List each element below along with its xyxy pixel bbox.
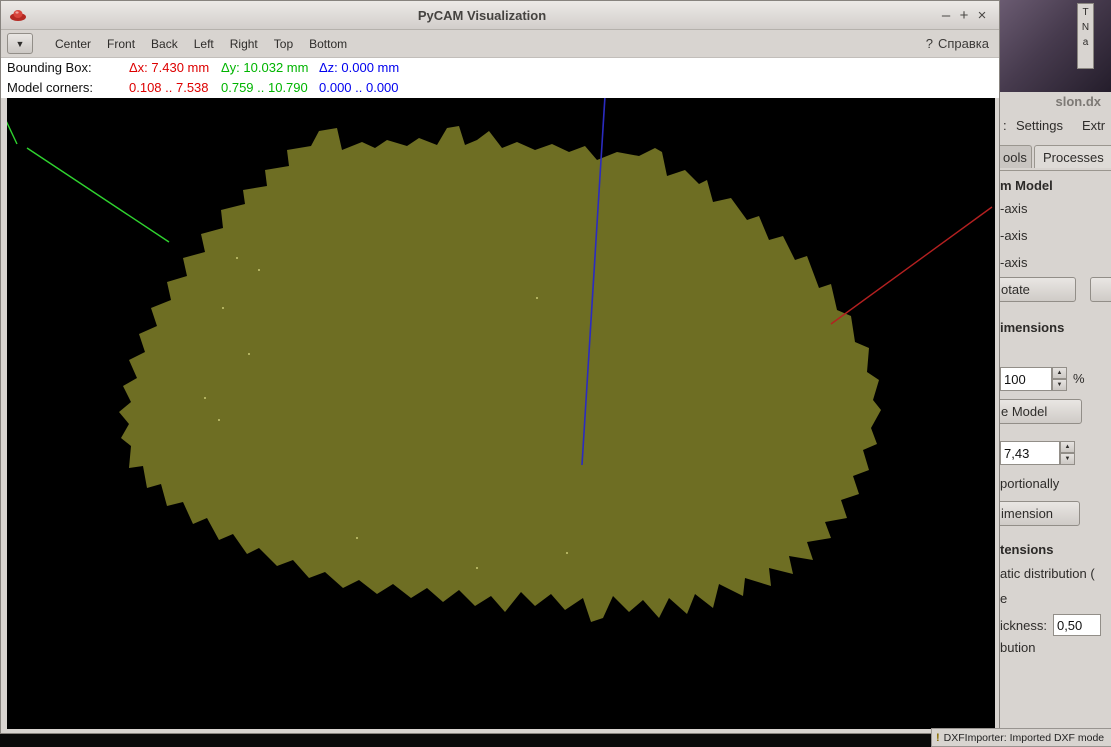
radio-y-axis[interactable]: -axis	[1000, 228, 1027, 243]
radio-z-axis[interactable]: -axis	[1000, 255, 1027, 270]
view-right-button[interactable]: Right	[222, 33, 266, 55]
menu-settings[interactable]: Settings	[1016, 118, 1063, 133]
scale-percent-input[interactable]	[1000, 367, 1052, 391]
help-button[interactable]: ? Справка	[926, 36, 993, 51]
help-icon: ?	[925, 36, 933, 51]
percent-sign: %	[1073, 371, 1085, 386]
cut-button[interactable]	[1090, 277, 1111, 302]
automatic-distribution-label[interactable]: atic distribution (	[1000, 566, 1095, 581]
scale-percent-stepper[interactable]: ▲ ▼	[1052, 367, 1067, 391]
x-range-value: 0.108 .. 7.538	[129, 80, 209, 95]
scale-dimension-button[interactable]: imension	[1000, 501, 1080, 526]
view-center-button[interactable]: Center	[47, 33, 99, 55]
3d-scene	[7, 98, 993, 622]
bounding-box-label: Bounding Box:	[7, 60, 92, 75]
tab-processes[interactable]: Processes	[1034, 145, 1111, 168]
view-front-button[interactable]: Front	[99, 33, 143, 55]
delta-y-value: Δy: 10.032 mm	[221, 60, 309, 75]
close-button[interactable]: ×	[973, 7, 991, 24]
dimension-value-stepper[interactable]: ▲ ▼	[1060, 441, 1075, 465]
rotate-button[interactable]: otate	[1000, 277, 1076, 302]
side-window-title: slon.dx	[1055, 94, 1101, 109]
tab-tools[interactable]: ools	[1000, 145, 1032, 168]
minimize-button[interactable]: –	[937, 7, 955, 24]
warning-icon: !	[936, 731, 940, 744]
window-title: PyCAM Visualization	[417, 7, 547, 23]
view-dropdown-button[interactable]: ▼	[7, 33, 33, 54]
view-bottom-button[interactable]: Bottom	[301, 33, 355, 55]
chevron-down-icon: ▼	[15, 38, 25, 49]
model-info-bar: Bounding Box: Δx: 7.430 mm Δy: 10.032 mm…	[1, 58, 999, 98]
maximize-button[interactable]: +	[955, 7, 973, 24]
desktop-background	[1000, 0, 1111, 92]
model-corners-label: Model corners:	[7, 80, 93, 95]
3d-viewport[interactable]	[7, 98, 995, 729]
desktop-panel-tabs[interactable]: T N a	[1077, 3, 1094, 69]
thickness-row: ickness:	[1000, 614, 1101, 636]
model-silhouette	[119, 126, 881, 622]
y-axis-line	[26, 147, 170, 243]
dimension-value-input[interactable]	[1000, 441, 1060, 465]
delta-x-value: Δx: 7.430 mm	[129, 60, 210, 75]
thickness-label: ickness:	[1000, 617, 1047, 633]
thickness-input[interactable]	[1052, 614, 1101, 636]
x-axis-line	[830, 206, 993, 325]
dimension-value-row: ▲▼	[1000, 441, 1075, 465]
view-left-button[interactable]: Left	[186, 33, 222, 55]
panel-letter: T	[1082, 7, 1089, 18]
tab-divider	[1000, 170, 1111, 171]
scale-model-button[interactable]: e Model	[1000, 399, 1082, 424]
pycam-main-window: slon.dx : Settings Extr ools Processes m…	[1000, 92, 1111, 728]
menu-fragment: :	[1003, 118, 1007, 133]
pycam-visualization-window: PyCAM Visualization – + × ▼ Center Front…	[0, 0, 1000, 734]
help-label: Справка	[938, 36, 989, 51]
view-back-button[interactable]: Back	[143, 33, 186, 55]
y-range-value: 0.759 .. 10.790	[221, 80, 308, 95]
bounding-box-row: Bounding Box: Δx: 7.430 mm Δy: 10.032 mm…	[7, 58, 999, 78]
titlebar[interactable]: PyCAM Visualization – + ×	[1, 1, 999, 30]
y-axis-corner-line	[7, 121, 18, 145]
distribution-label: bution	[1000, 640, 1036, 655]
z-range-value: 0.000 .. 0.000	[319, 80, 399, 95]
panel-letter: a	[1082, 37, 1089, 48]
panel-letter: N	[1081, 22, 1090, 33]
statusbar-text: DXFImporter: Imported DXF mode	[943, 731, 1105, 744]
pycam-logo-icon	[9, 7, 27, 23]
view-toolbar: ▼ Center Front Back Left Right Top Botto…	[1, 30, 999, 58]
view-top-button[interactable]: Top	[266, 33, 301, 55]
menu-extras[interactable]: Extr	[1082, 118, 1105, 133]
scale-percent-row: ▲▼ %	[1000, 367, 1085, 391]
statusbar: ! DXFImporter: Imported DXF mode	[931, 728, 1111, 747]
model-corners-row: Model corners: 0.108 .. 7.538 0.759 .. 1…	[7, 78, 999, 98]
radio-x-axis[interactable]: -axis	[1000, 201, 1027, 216]
section-transform-model: m Model	[1000, 178, 1053, 193]
label-fragment-e: e	[1000, 591, 1008, 606]
section-dimensions: imensions	[1000, 320, 1065, 335]
delta-z-value: Δz: 0.000 mm	[319, 60, 400, 75]
proportionally-checkbox-label[interactable]: portionally	[1000, 476, 1059, 491]
section-extensions: tensions	[1000, 542, 1054, 557]
